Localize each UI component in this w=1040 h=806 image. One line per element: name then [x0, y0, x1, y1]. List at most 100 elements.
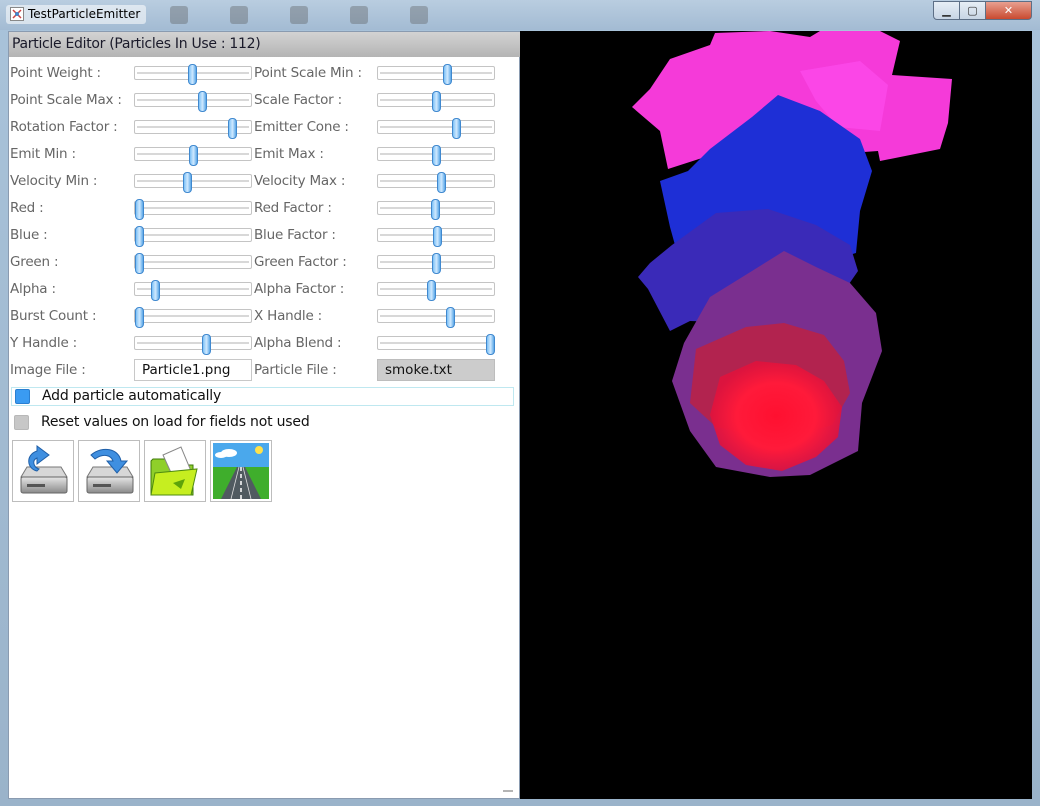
load-drive-icon: [20, 445, 68, 494]
background-button[interactable]: [210, 440, 272, 502]
slider-thumb[interactable]: [134, 307, 144, 328]
title-bar[interactable]: TestParticleEmitter ▁ ▢ ✕: [0, 0, 1040, 30]
slider-label: Alpha Blend :: [254, 335, 342, 351]
slider-label: Rotation Factor :: [10, 119, 118, 135]
slider[interactable]: [377, 278, 495, 301]
slider[interactable]: [134, 143, 252, 166]
slider[interactable]: [377, 170, 495, 193]
slider[interactable]: [134, 224, 252, 247]
slider-track[interactable]: [134, 201, 252, 215]
maximize-icon: ▢: [967, 4, 978, 17]
slider-label: Y Handle :: [10, 335, 77, 351]
image-file-field[interactable]: Particle1.png: [134, 359, 252, 381]
slider-thumb[interactable]: [227, 118, 237, 139]
window-controls: ▁ ▢ ✕: [933, 1, 1032, 20]
slider[interactable]: [134, 305, 252, 328]
slider-track[interactable]: [134, 174, 252, 188]
save-button[interactable]: [78, 440, 140, 502]
slider[interactable]: [377, 251, 495, 274]
slider-track[interactable]: [134, 336, 252, 350]
slider-thumb[interactable]: [432, 145, 441, 166]
slider-track[interactable]: [134, 228, 252, 242]
slider-thumb[interactable]: [486, 334, 496, 355]
background-icon: [410, 6, 428, 24]
slider-label: Scale Factor :: [254, 92, 342, 108]
open-button[interactable]: [144, 440, 206, 502]
slider[interactable]: [377, 116, 495, 139]
close-icon: ✕: [1003, 4, 1014, 17]
slider[interactable]: [134, 170, 252, 193]
add-particle-automatically-label: Add particle automatically: [42, 388, 222, 404]
slider-label: Red Factor :: [254, 200, 332, 216]
slider[interactable]: [377, 143, 495, 166]
slider-track[interactable]: [377, 309, 495, 323]
slider[interactable]: [377, 62, 495, 85]
slider-thumb[interactable]: [430, 199, 440, 220]
minimize-button[interactable]: ▁: [933, 1, 960, 20]
slider-thumb[interactable]: [433, 226, 443, 247]
reset-values-row[interactable]: Reset values on load for fields not used: [11, 413, 514, 432]
slider[interactable]: [134, 116, 252, 139]
particle-cloud: [632, 31, 952, 477]
slider-thumb[interactable]: [452, 118, 462, 139]
resize-grip[interactable]: [503, 790, 513, 792]
slider-track[interactable]: [377, 66, 495, 80]
slider[interactable]: [377, 197, 495, 220]
slider-thumb[interactable]: [432, 253, 441, 274]
slider-thumb[interactable]: [134, 199, 144, 220]
slider-label: Velocity Min :: [10, 173, 98, 189]
slider[interactable]: [134, 278, 252, 301]
slider-track[interactable]: [134, 309, 252, 323]
particle-preview-viewport[interactable]: [520, 31, 1032, 799]
slider-thumb[interactable]: [183, 172, 193, 193]
slider[interactable]: [377, 89, 495, 112]
slider-thumb[interactable]: [427, 280, 437, 301]
slider-label: Blue Factor :: [254, 227, 336, 243]
slider-thumb[interactable]: [446, 307, 456, 328]
slider[interactable]: [377, 332, 496, 355]
slider-thumb[interactable]: [134, 226, 144, 247]
minimize-icon: ▁: [942, 4, 951, 17]
add-particle-automatically-checkbox[interactable]: [15, 389, 30, 404]
slider[interactable]: [134, 251, 252, 274]
open-folder-icon: [150, 446, 198, 496]
save-drive-icon: [86, 448, 134, 494]
slider[interactable]: [134, 62, 252, 85]
slider-track[interactable]: [134, 93, 252, 107]
slider-track[interactable]: [377, 120, 495, 134]
slider[interactable]: [134, 197, 252, 220]
slider-label: Point Scale Min :: [254, 65, 362, 81]
window-title-tab[interactable]: TestParticleEmitter: [6, 5, 147, 24]
add-particle-automatically-row[interactable]: Add particle automatically: [11, 387, 514, 406]
slider-thumb[interactable]: [151, 280, 161, 301]
particle-editor-panel: Particle Editor (Particles In Use : 112)…: [8, 31, 522, 799]
app-icon: [10, 7, 24, 21]
slider-thumb[interactable]: [189, 145, 198, 166]
background-taskbar-icons: [170, 6, 500, 26]
slider-thumb[interactable]: [436, 172, 446, 193]
slider-track[interactable]: [134, 255, 252, 269]
slider[interactable]: [134, 332, 252, 355]
image-file-label: Image File :: [10, 362, 86, 378]
slider-label: Alpha :: [10, 281, 56, 297]
maximize-button[interactable]: ▢: [960, 1, 986, 20]
load-button[interactable]: [12, 440, 74, 502]
slider-label: Velocity Max :: [254, 173, 346, 189]
slider[interactable]: [377, 224, 495, 247]
particle-file-field[interactable]: smoke.txt: [377, 359, 495, 381]
slider-label: Emit Min :: [10, 146, 76, 162]
slider-thumb[interactable]: [198, 91, 208, 112]
slider-label: Point Weight :: [10, 65, 101, 81]
slider-thumb[interactable]: [134, 253, 144, 274]
slider-thumb[interactable]: [432, 91, 441, 112]
reset-values-checkbox[interactable]: [14, 415, 29, 430]
close-button[interactable]: ✕: [986, 1, 1032, 20]
background-icon: [350, 6, 368, 24]
slider-thumb[interactable]: [442, 64, 452, 85]
slider-thumb[interactable]: [187, 64, 197, 85]
slider[interactable]: [134, 89, 252, 112]
slider[interactable]: [377, 305, 495, 328]
slider-track[interactable]: [377, 336, 495, 350]
slider-thumb[interactable]: [201, 334, 211, 355]
road-background-icon: [213, 443, 269, 499]
